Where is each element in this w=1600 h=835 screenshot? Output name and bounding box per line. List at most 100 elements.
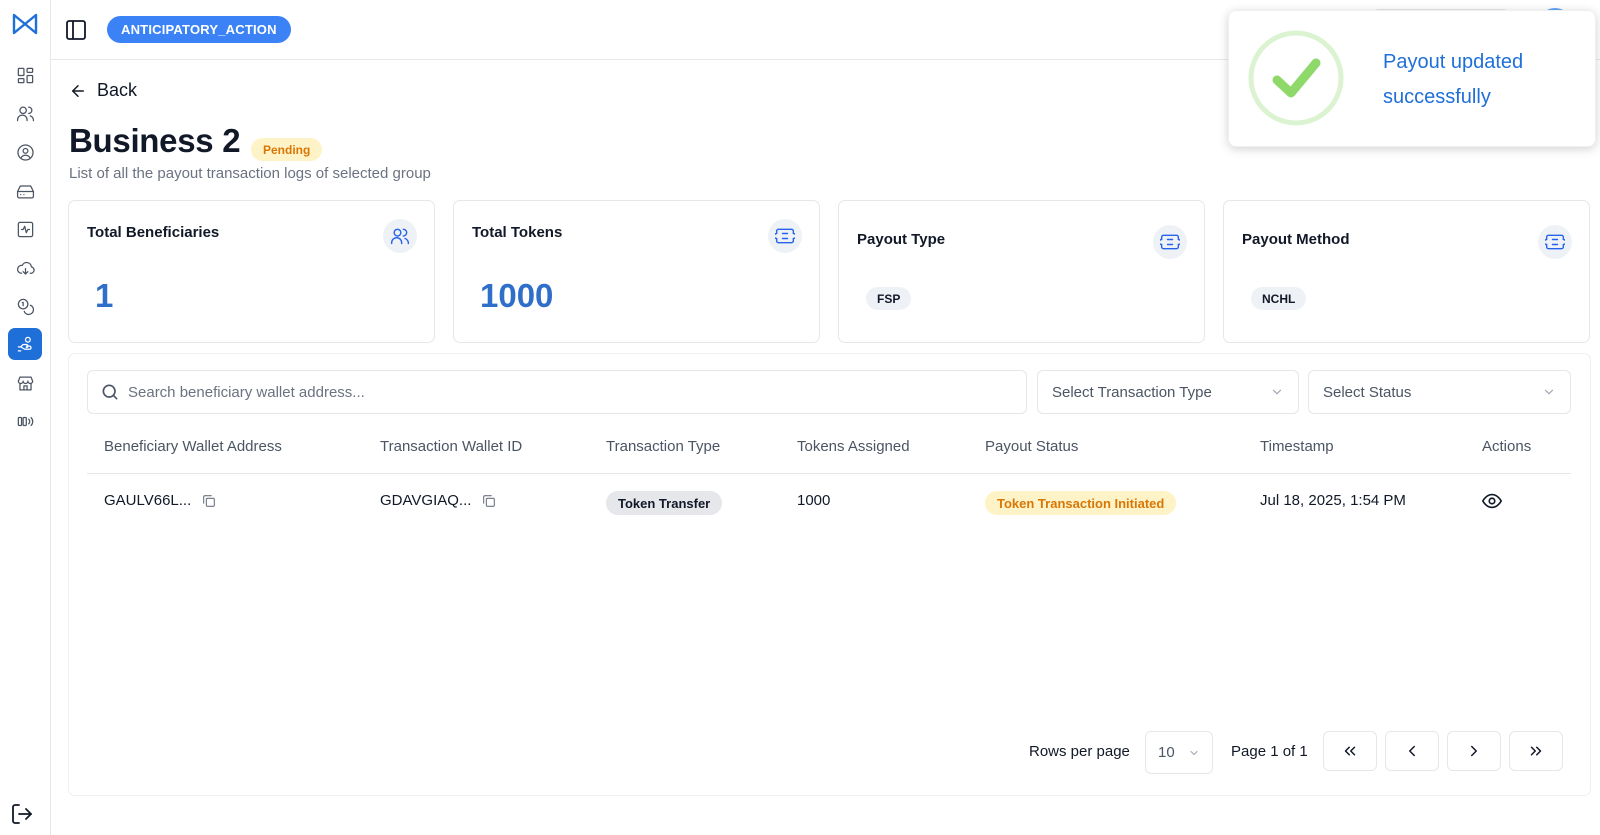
card-total-tokens: Total Tokens 1000 xyxy=(453,200,820,343)
chevron-left-icon xyxy=(1409,745,1415,757)
beneficiary-wallet-text: GAULV66L... xyxy=(104,492,192,509)
sidebar-item-payout[interactable] xyxy=(8,328,42,360)
last-page-button[interactable] xyxy=(1509,731,1563,771)
cell-transaction-wallet: GDAVGIAQ... xyxy=(380,492,497,509)
card-tag: FSP xyxy=(866,287,912,310)
card-icon-wrap xyxy=(768,219,802,253)
sidebar-toggle-button[interactable] xyxy=(64,18,88,42)
sidebar-item-beneficiaries[interactable] xyxy=(8,97,42,129)
search-input[interactable] xyxy=(128,383,1008,401)
column-header-beneficiary-wallet[interactable]: Beneficiary Wallet Address xyxy=(104,438,282,455)
cell-tokens-assigned: 1000 xyxy=(797,492,831,509)
column-header-tokens-assigned[interactable]: Tokens Assigned xyxy=(797,438,910,455)
card-payout-method: Payout Method NCHL xyxy=(1223,200,1590,343)
chevron-down-icon xyxy=(1272,389,1282,395)
app-logo[interactable] xyxy=(12,12,38,36)
previous-page-button[interactable] xyxy=(1385,731,1439,771)
users-icon xyxy=(390,228,410,245)
payout-status-badge: Token Transaction Initiated xyxy=(985,491,1177,515)
sidebar xyxy=(0,0,51,835)
transactions-panel xyxy=(68,353,1591,796)
search-field[interactable] xyxy=(87,370,1027,414)
activity-icon xyxy=(17,221,33,237)
transaction-type-badge: Token Transfer xyxy=(606,491,723,515)
search-icon xyxy=(102,384,118,400)
copy-icon[interactable] xyxy=(481,493,497,509)
card-title: Payout Method xyxy=(1242,231,1350,248)
status-select[interactable]: Select Status xyxy=(1308,370,1571,414)
status-select-label: Select Status xyxy=(1323,383,1412,401)
card-title: Payout Type xyxy=(857,231,946,248)
card-title: Total Beneficiaries xyxy=(87,224,220,241)
column-header-timestamp[interactable]: Timestamp xyxy=(1260,438,1334,455)
view-details-button[interactable] xyxy=(1481,490,1503,512)
transaction-type-select[interactable]: Select Transaction Type xyxy=(1037,370,1299,414)
eye-icon xyxy=(1481,493,1503,509)
broadcast-icon xyxy=(17,416,33,426)
payout-icon xyxy=(17,336,32,351)
back-button[interactable]: Back xyxy=(69,80,137,101)
success-toast[interactable]: Payout updated successfully xyxy=(1228,10,1596,147)
card-icon-wrap xyxy=(1153,225,1187,259)
rows-per-page-value: 10 xyxy=(1158,744,1175,761)
sidebar-item-coins[interactable] xyxy=(8,290,42,322)
column-header-actions: Actions xyxy=(1482,438,1532,455)
logout-icon xyxy=(12,804,32,824)
card-value: 1000 xyxy=(480,277,554,314)
card-payout-type: Payout Type FSP xyxy=(838,200,1205,343)
transaction-type-select-label: Select Transaction Type xyxy=(1052,383,1212,401)
column-header-payout-status[interactable]: Payout Status xyxy=(985,438,1078,455)
sidebar-item-inbox[interactable] xyxy=(8,175,42,207)
copy-icon[interactable] xyxy=(201,493,217,509)
coins-icon xyxy=(17,298,34,315)
column-header-transaction-wallet[interactable]: Transaction Wallet ID xyxy=(380,438,522,455)
cell-payout-status: Token Transaction Initiated xyxy=(985,491,1177,515)
rows-per-page-select[interactable]: 10 xyxy=(1145,731,1213,774)
back-label: Back xyxy=(97,80,138,100)
cell-timestamp: Jul 18, 2025, 1:54 PM xyxy=(1260,492,1406,509)
panel-left-icon xyxy=(66,20,86,40)
chevron-down-icon xyxy=(1544,389,1554,395)
project-badge[interactable]: ANTICIPATORY_ACTION xyxy=(107,16,291,43)
page-title: Business 2 xyxy=(69,122,241,159)
page-info: Page 1 of 1 xyxy=(1231,743,1308,760)
card-icon-wrap xyxy=(383,219,417,253)
ticket-icon xyxy=(1160,234,1180,250)
card-title: Total Tokens xyxy=(472,224,563,241)
store-icon xyxy=(17,376,33,390)
sidebar-item-communications[interactable] xyxy=(8,405,42,437)
cloud-icon xyxy=(16,261,35,275)
group-status-badge: Pending xyxy=(251,138,323,161)
sidebar-item-vendors[interactable] xyxy=(8,367,42,399)
sidebar-item-dashboard[interactable] xyxy=(8,59,42,91)
toast-message: Payout updated successfully xyxy=(1383,51,1524,108)
sidebar-item-cloud[interactable] xyxy=(8,252,42,284)
card-total-beneficiaries: Total Beneficiaries 1 xyxy=(68,200,435,343)
users-icon xyxy=(16,106,34,121)
column-header-transaction-type[interactable]: Transaction Type xyxy=(606,438,720,455)
page-subtitle: List of all the payout transaction logs … xyxy=(69,165,431,182)
table-divider xyxy=(87,473,1571,474)
sidebar-item-profile[interactable] xyxy=(8,136,42,168)
table-row[interactable]: GAULV66L... GDAVGIAQ... Token Transfer 1… xyxy=(87,476,1571,530)
card-tag: NCHL xyxy=(1251,287,1307,310)
arrow-left-icon xyxy=(72,84,84,97)
chevrons-left-icon xyxy=(1344,746,1356,756)
sidebar-item-activity[interactable] xyxy=(8,213,42,245)
user-circle-icon xyxy=(16,143,34,161)
card-value: 1 xyxy=(95,277,114,314)
logout-button[interactable] xyxy=(10,802,36,828)
inbox-icon xyxy=(16,184,34,198)
transaction-wallet-text: GDAVGIAQ... xyxy=(380,492,472,509)
dashboard-icon xyxy=(17,67,33,83)
cell-transaction-type: Token Transfer xyxy=(606,491,723,515)
cell-beneficiary-wallet: GAULV66L... xyxy=(104,492,217,509)
first-page-button[interactable] xyxy=(1323,731,1377,771)
card-icon-wrap xyxy=(1538,225,1572,259)
ticket-icon xyxy=(775,228,795,244)
next-page-button[interactable] xyxy=(1447,731,1501,771)
ticket-icon xyxy=(1545,234,1565,250)
chevron-down-icon xyxy=(1190,750,1198,755)
rows-per-page-label: Rows per page xyxy=(1029,743,1130,760)
check-circle-icon xyxy=(1247,29,1345,127)
